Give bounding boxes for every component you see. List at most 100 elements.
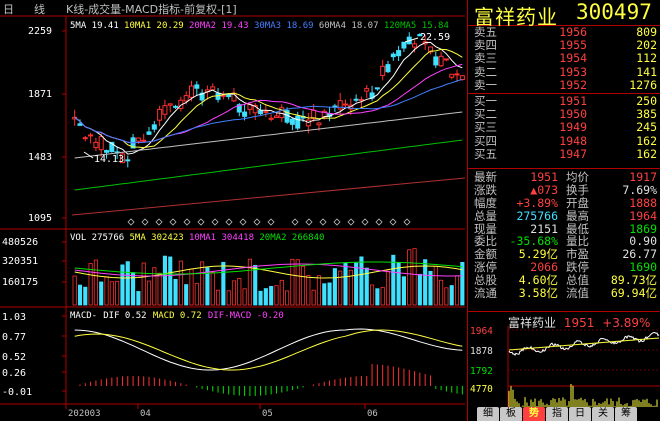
candle-body: [295, 115, 301, 129]
stat-label: 流通: [474, 286, 497, 301]
volume-bar: [300, 265, 306, 306]
ma-legend-1: 10MA1 20.29: [124, 21, 184, 31]
order-volume: 250: [636, 94, 657, 108]
candle-body: [263, 110, 269, 113]
macd-axis-label: 1.03: [2, 312, 26, 323]
tab-6[interactable]: 筹: [615, 407, 637, 421]
tab-1[interactable]: 板: [500, 407, 522, 421]
tab-3[interactable]: 指: [546, 407, 568, 421]
order-book-row[interactable]: 买三 1949 245: [468, 121, 660, 134]
stat-value: 275766: [516, 208, 558, 223]
order-price: 1956: [559, 25, 587, 39]
dea-line: [74, 329, 463, 371]
order-level-label: 卖四: [474, 38, 497, 53]
volume-bar: [210, 271, 215, 306]
order-volume: 809: [636, 25, 657, 39]
volume-bar: [274, 285, 279, 306]
candle-body: [151, 124, 157, 130]
mode-label[interactable]: 线: [34, 1, 45, 17]
candle-body: [188, 85, 194, 98]
candle-body: [385, 64, 391, 73]
candle-body: [125, 159, 131, 162]
buy-order-book: 买一 1951 250 买二 1950 385 买三 1949 245 买四 1948 162 买五 19…: [468, 95, 660, 161]
order-level-label: 买四: [474, 133, 497, 148]
order-book-row[interactable]: 买五 1947 162: [468, 146, 660, 161]
macd-axis-label: 0.77: [2, 332, 26, 343]
volume-bar: [285, 290, 290, 306]
volume-bar: [77, 284, 83, 306]
volume-bar: [417, 273, 422, 306]
volume-bar: [316, 275, 322, 306]
volume-bar: [136, 291, 141, 306]
order-level-label: 买三: [474, 120, 497, 135]
volume-bar: [338, 270, 343, 306]
macd-axis-label: 0.52: [2, 352, 26, 363]
candle-body: [194, 84, 200, 89]
price-axis-label: 1095: [28, 213, 52, 224]
volume-bar: [221, 261, 226, 306]
event-marker: [239, 218, 247, 226]
candle-body: [316, 122, 322, 126]
stat-row: 流通 3.58亿 流值 69.94亿: [468, 287, 660, 300]
order-volume: 1276: [629, 77, 657, 92]
stat-label: 开盘: [566, 195, 589, 210]
x-axis-label: 202003: [68, 409, 101, 419]
stat-value: 7.69%: [622, 182, 657, 197]
candle-body: [135, 137, 141, 142]
macd-axis-label: 0.26: [2, 368, 26, 379]
tab-5[interactable]: 关: [592, 407, 614, 421]
volume-bar: [279, 279, 284, 306]
stat-row: 总量 275766 最高 1964: [468, 208, 660, 223]
event-marker: [197, 218, 205, 226]
event-marker: [225, 218, 233, 226]
order-level-label: 买一: [474, 94, 497, 108]
order-price: 1948: [559, 133, 587, 148]
volume-bar: [380, 286, 385, 306]
candle-body: [167, 103, 173, 106]
stat-label: 总量: [474, 208, 497, 223]
volume-bar: [263, 288, 268, 306]
volume-bar: [237, 278, 242, 306]
order-book-row[interactable]: 卖三 1954 112: [468, 52, 660, 65]
candle-body: [173, 105, 179, 108]
order-book-row[interactable]: 卖二 1953 141: [468, 65, 660, 79]
order-level-label: 买二: [474, 107, 497, 122]
order-price: 1947: [559, 146, 587, 161]
event-marker: [169, 218, 177, 226]
ma-legend-4: 60MA4 18.07: [319, 21, 379, 31]
order-book-row[interactable]: 卖一 1952 1276: [468, 77, 660, 92]
tab-0[interactable]: 细: [477, 407, 499, 421]
candle-body: [401, 41, 407, 49]
intraday-mini-chart[interactable]: 富祥药业 1951 +3.89% 1964 1878 1792 4770: [468, 311, 660, 408]
stat-value: +3.89%: [516, 195, 558, 210]
volume-bar: [454, 275, 460, 306]
period-label[interactable]: 日: [3, 1, 14, 17]
candle-body: [459, 75, 465, 81]
candle-body: [438, 55, 444, 67]
kline-chart[interactable]: 5MA 19.41 10MA1 20.29 20MA2 19.43 30MA3 18.…: [0, 0, 467, 421]
candle-body: [374, 87, 380, 90]
quote-stats: 最新 1951 均价 1917 涨跌 ▲073 换手 7.69% 幅度 +3.89% 开盘 1888 总…: [468, 171, 660, 300]
volume-bar: [189, 268, 194, 306]
price-axis-label: 1483: [28, 152, 52, 163]
volume-bar: [295, 259, 300, 306]
volume-bar: [104, 276, 109, 306]
indicator-label[interactable]: K线-成交量-MACD指标-前复权-[1]: [66, 1, 237, 17]
volume-bar: [253, 264, 258, 306]
order-book-row[interactable]: 买四 1948 162: [468, 133, 660, 148]
tab-4[interactable]: 日: [569, 407, 591, 421]
volume-bar: [162, 255, 167, 306]
quote-panel: 富祥药业 300497 卖五 1956 809 卖四 1955 202 卖三 1954 112 卖…: [467, 0, 660, 421]
candle-body: [162, 105, 168, 115]
volume-bar: [200, 261, 205, 306]
volume-bar: [327, 282, 332, 306]
event-marker: [183, 218, 191, 226]
stat-row: 最新 1951 均价 1917: [468, 171, 660, 184]
tab-2[interactable]: 势: [523, 407, 545, 421]
candle-body: [146, 131, 152, 135]
volume-axis-label: 480526: [2, 237, 38, 248]
high-annotation: 22.59: [420, 32, 450, 43]
macd-legend-0: MACD-: [70, 311, 97, 321]
candle-body: [454, 73, 460, 76]
macd-legend-2: MACD 0.72: [153, 311, 202, 321]
